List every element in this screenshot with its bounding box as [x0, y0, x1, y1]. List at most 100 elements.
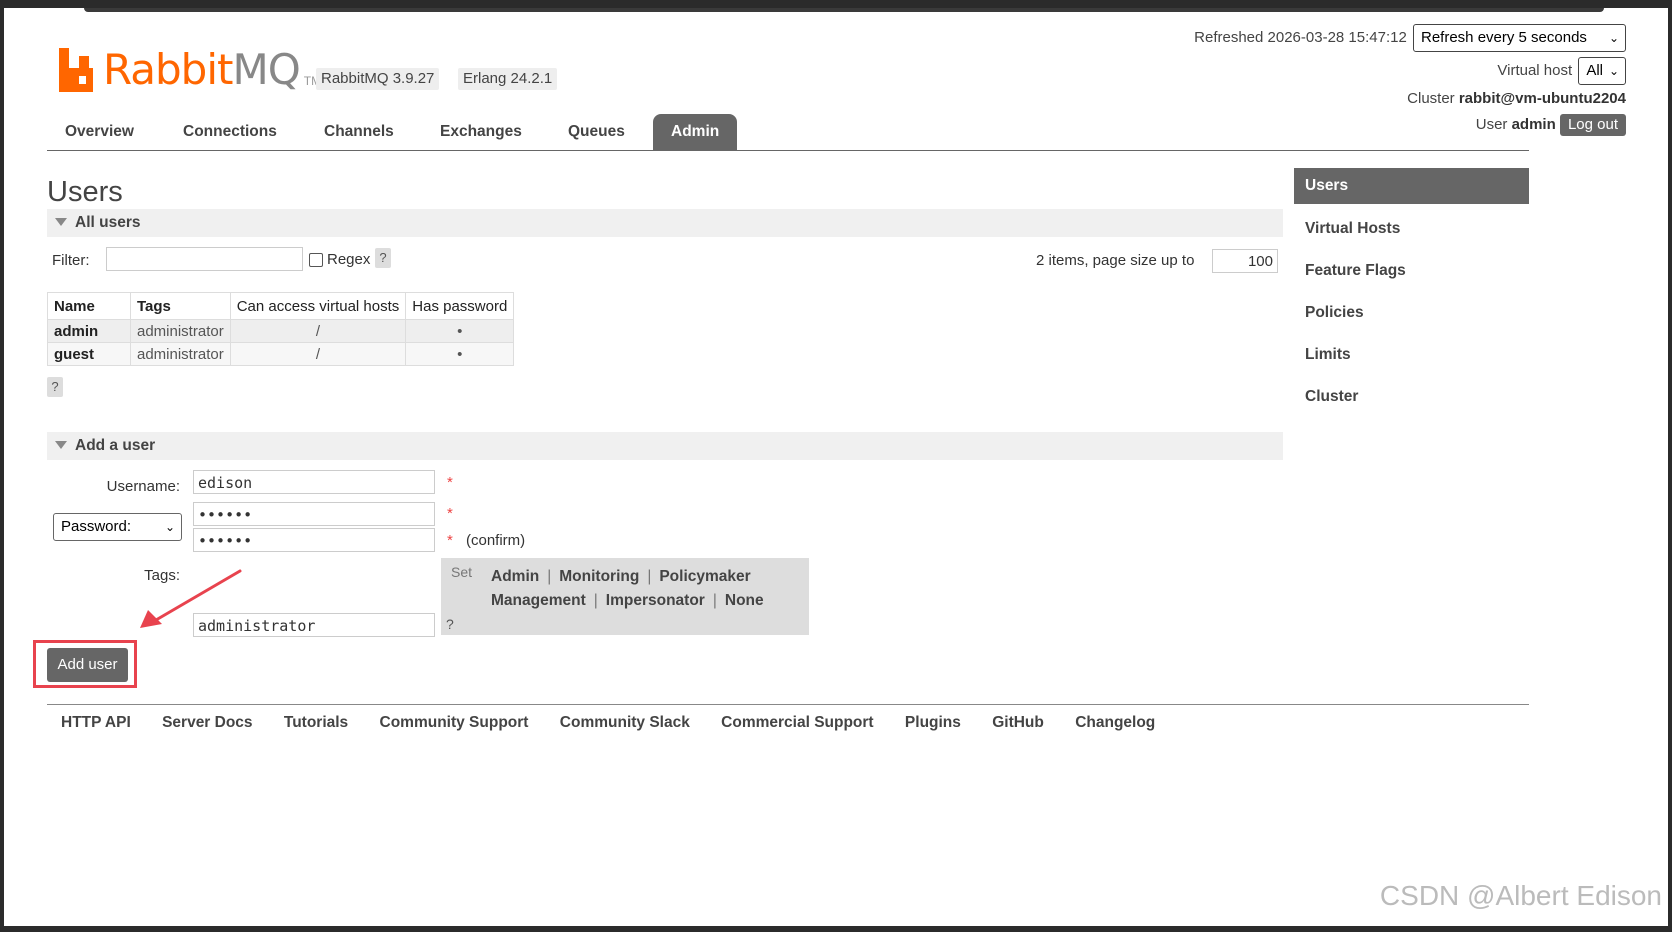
tag-separator: |	[593, 592, 598, 609]
rabbitmq-logo[interactable]: RabbitMQ TM	[59, 38, 321, 92]
paging-text: 2 items, page size up to	[1036, 252, 1195, 269]
table-row[interactable]: guest administrator / •	[47, 342, 515, 366]
footer-link-plugins[interactable]: Plugins	[905, 714, 961, 731]
sidebar-item-virtual-hosts[interactable]: Virtual Hosts	[1294, 210, 1529, 252]
password-type-value: Password:	[61, 518, 132, 535]
user-vhosts: /	[229, 342, 407, 366]
user-tags: administrator	[130, 319, 231, 343]
footer-link-commercial-support[interactable]: Commercial Support	[721, 714, 873, 731]
footer-link-changelog[interactable]: Changelog	[1075, 714, 1155, 731]
username-required-mark: *	[447, 474, 453, 491]
col-has-password: Has password	[405, 292, 515, 320]
tab-overview[interactable]: Overview	[47, 114, 152, 150]
table-row[interactable]: admin administrator / •	[47, 319, 515, 343]
tab-connections[interactable]: Connections	[165, 114, 295, 150]
tag-separator: |	[712, 592, 717, 609]
confirm-required-mark: *	[447, 532, 453, 549]
vhost-select-value: All	[1586, 62, 1603, 79]
users-help-button[interactable]: ?	[47, 377, 63, 397]
footer-link-http-api[interactable]: HTTP API	[61, 714, 131, 731]
user-has-password: •	[405, 319, 515, 343]
tag-links: Admin | Monitoring | Policymaker Management |…	[491, 565, 764, 613]
refresh-row: Refreshed 2026-03-28 15:47:12 Refresh ev…	[1194, 24, 1626, 52]
page-size-input[interactable]: 100	[1212, 249, 1278, 273]
col-name[interactable]: Name	[47, 292, 131, 320]
tag-link-none[interactable]: None	[725, 592, 764, 609]
chevron-down-icon: ⌄	[1608, 64, 1619, 78]
confirm-label: (confirm)	[466, 532, 526, 549]
filter-label: Filter:	[52, 252, 90, 269]
sidebar-item-limits[interactable]: Limits	[1294, 336, 1529, 378]
user-tags: administrator	[130, 342, 231, 366]
cluster-label: Cluster	[1407, 90, 1455, 107]
password-input[interactable]: ••••••	[193, 502, 435, 526]
tag-link-monitoring[interactable]: Monitoring	[559, 568, 639, 585]
footer-link-github[interactable]: GitHub	[992, 714, 1044, 731]
page-title: Users	[47, 176, 123, 208]
user-name-link[interactable]: guest	[47, 342, 131, 366]
regex-help-button[interactable]: ?	[375, 248, 391, 268]
logo-wordmark: RabbitMQ	[103, 45, 301, 94]
col-vhosts: Can access virtual hosts	[229, 292, 407, 320]
vhost-label: Virtual host	[1497, 61, 1573, 79]
vhost-select[interactable]: All ⌄	[1578, 57, 1626, 85]
sidebar-item-policies[interactable]: Policies	[1294, 294, 1529, 336]
logo-text-mq: MQ	[232, 45, 300, 94]
username-input[interactable]: edison	[193, 470, 435, 494]
chevron-down-icon: ⌄	[164, 520, 175, 534]
browser-chrome-edge	[84, 8, 1604, 12]
refresh-interval-value: Refresh every 5 seconds	[1421, 29, 1587, 46]
regex-label: Regex	[327, 251, 371, 268]
tab-admin[interactable]: Admin	[653, 114, 738, 150]
user-name-link[interactable]: admin	[47, 319, 131, 343]
vhost-row: Virtual host All ⌄	[1497, 57, 1626, 85]
col-tags[interactable]: Tags	[130, 292, 231, 320]
annotation-arrow-icon	[140, 569, 242, 628]
tag-link-management[interactable]: Management	[491, 592, 586, 609]
filter-input[interactable]	[106, 247, 303, 271]
browser-viewport: RabbitMQ TM RabbitMQ 3.9.27 Erlang 24.2.…	[4, 8, 1668, 926]
footer-link-server-docs[interactable]: Server Docs	[162, 714, 252, 731]
sidebar-item-feature-flags[interactable]: Feature Flags	[1294, 252, 1529, 294]
watermark: CSDN @Albert Edison	[1379, 880, 1662, 911]
main-tabs: Overview Connections Channels Exchanges …	[47, 114, 1529, 151]
admin-sidebar: Users Virtual Hosts Feature Flags Polici…	[1294, 168, 1529, 420]
footer-divider	[47, 704, 1529, 705]
logout-button[interactable]: Log out	[1559, 114, 1626, 136]
tab-channels[interactable]: Channels	[306, 114, 412, 150]
user-has-password: •	[405, 342, 515, 366]
tag-shortcuts-box: Set Admin | Monitoring | Policymaker Managem…	[441, 558, 809, 635]
collapse-triangle-icon	[55, 441, 67, 450]
footer-link-tutorials[interactable]: Tutorials	[284, 714, 348, 731]
annotation-highlight-box	[33, 640, 137, 688]
footer-link-community-slack[interactable]: Community Slack	[560, 714, 690, 731]
user-vhosts: /	[229, 319, 407, 343]
sidebar-item-users[interactable]: Users	[1294, 168, 1529, 204]
users-table: Name Tags Can access virtual hosts Has p…	[47, 292, 515, 366]
tag-set-label: Set	[451, 564, 473, 580]
refresh-interval-select[interactable]: Refresh every 5 seconds ⌄	[1413, 24, 1626, 52]
tag-separator: |	[647, 568, 652, 585]
add-user-section-header[interactable]: Add a user	[47, 432, 1283, 460]
password-required-mark: *	[447, 505, 453, 522]
password-confirm-input[interactable]: ••••••	[193, 528, 435, 552]
tag-link-admin[interactable]: Admin	[491, 568, 539, 585]
all-users-section-header[interactable]: All users	[47, 209, 1283, 237]
tab-exchanges[interactable]: Exchanges	[422, 114, 540, 150]
footer-links: HTTP API Server Docs Tutorials Community…	[61, 714, 1182, 732]
tags-help-button[interactable]: ?	[446, 616, 454, 632]
regex-checkbox[interactable]	[309, 253, 323, 267]
all-users-title: All users	[75, 214, 141, 231]
chevron-down-icon: ⌄	[1608, 31, 1619, 45]
tag-link-policymaker[interactable]: Policymaker	[659, 568, 750, 585]
password-type-select[interactable]: Password: ⌄	[53, 513, 182, 541]
erlang-version-badge: Erlang 24.2.1	[458, 68, 558, 90]
add-user-title: Add a user	[75, 437, 156, 454]
rabbitmq-logo-icon	[59, 48, 99, 92]
footer-link-community-support[interactable]: Community Support	[380, 714, 529, 731]
username-label: Username:	[106, 478, 180, 495]
tab-queues[interactable]: Queues	[550, 114, 643, 150]
rabbitmq-version-badge: RabbitMQ 3.9.27	[316, 68, 440, 90]
sidebar-item-cluster[interactable]: Cluster	[1294, 378, 1529, 420]
tag-link-impersonator[interactable]: Impersonator	[606, 592, 705, 609]
